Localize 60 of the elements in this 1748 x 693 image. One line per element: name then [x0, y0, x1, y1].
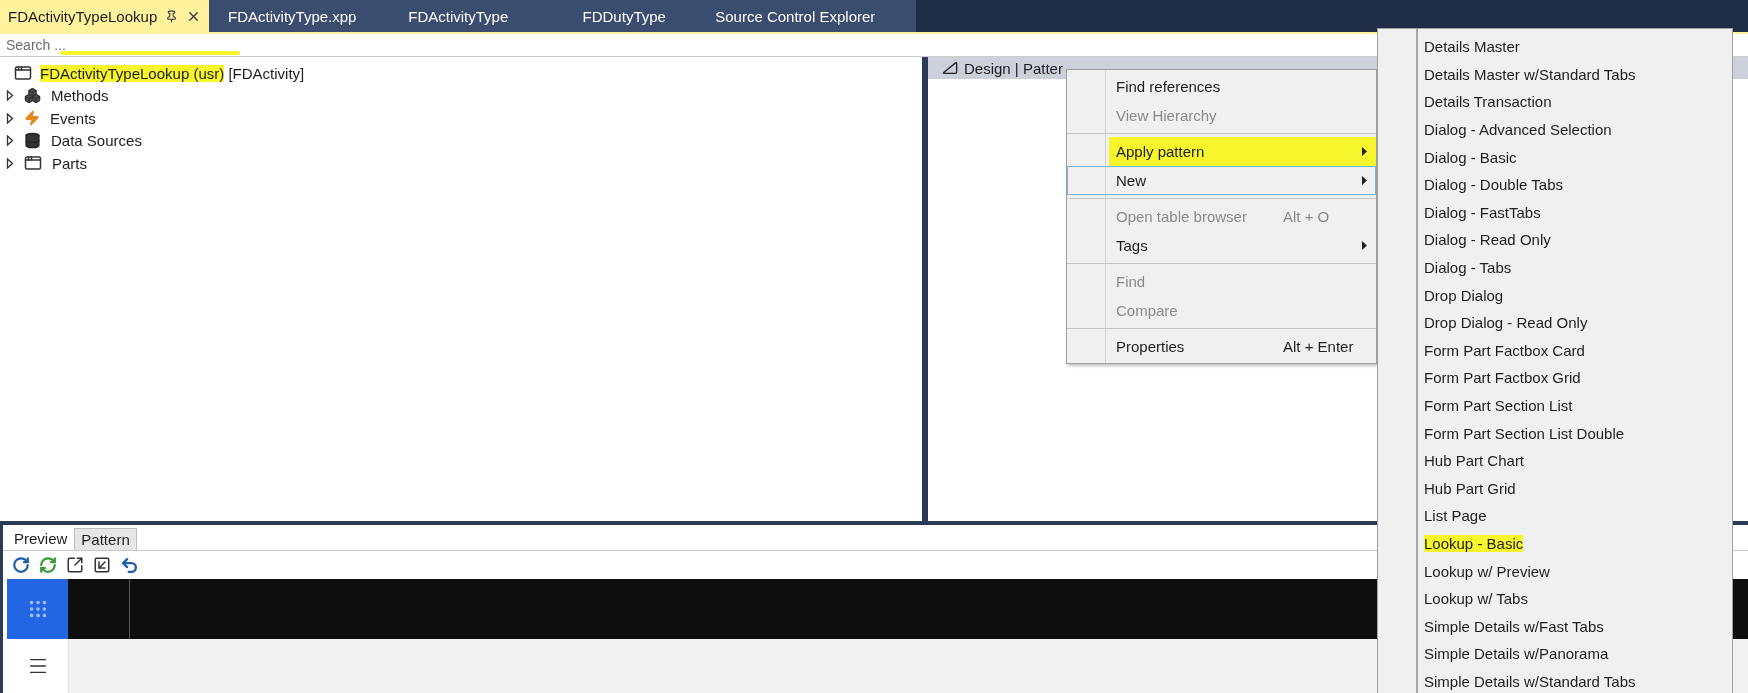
boxes-icon: [24, 87, 41, 105]
search-field[interactable]: Search ...: [6, 37, 406, 53]
tree-node-label[interactable]: Events: [50, 109, 96, 127]
context-menu-item[interactable]: New: [1067, 166, 1376, 195]
submenu-item[interactable]: Details Master: [1424, 38, 1520, 56]
submenu-item[interactable]: Form Part Factbox Grid: [1424, 369, 1581, 387]
context-menu-item[interactable]: Find references: [1067, 72, 1376, 101]
context-menu-item[interactable]: Tags: [1067, 231, 1376, 260]
submenu-item[interactable]: Dialog - FastTabs: [1424, 203, 1541, 221]
tree-root-suffix: [FDActivity]: [227, 64, 305, 82]
submenu-item[interactable]: List Page: [1424, 507, 1487, 525]
context-menu-item[interactable]: Apply pattern: [1109, 137, 1376, 166]
submenu-item[interactable]: Dialog - Tabs: [1424, 259, 1512, 277]
submenu-item[interactable]: Simple Details w/Fast Tabs: [1424, 617, 1604, 635]
submenu-item[interactable]: Simple Details w/Panorama: [1424, 645, 1609, 663]
design-header-label: Design | Patter: [964, 59, 1063, 77]
submenu-item[interactable]: Form Part Section List Double: [1424, 424, 1625, 442]
submenu-item[interactable]: Dialog - Double Tabs: [1424, 176, 1563, 194]
refresh-all-icon[interactable]: [39, 556, 57, 574]
collapsed-triangle-icon[interactable]: [6, 135, 14, 147]
submenu-item[interactable]: Lookup w/ Tabs: [1424, 590, 1528, 608]
document-tab[interactable]: FDActivityType: [375, 0, 542, 32]
submenu-item[interactable]: Drop Dialog: [1424, 286, 1504, 304]
lightning-icon: [24, 110, 40, 127]
pin-icon[interactable]: [165, 9, 179, 23]
ruler-triangle-icon: [942, 60, 958, 76]
collapsed-triangle-icon[interactable]: [6, 90, 14, 102]
tree-node-label[interactable]: Data Sources: [51, 132, 142, 150]
dock-in-icon[interactable]: [93, 556, 111, 574]
tree-node-label[interactable]: Methods: [51, 87, 109, 105]
refresh-icon[interactable]: [12, 556, 30, 574]
submenu-item[interactable]: Form Part Section List: [1424, 397, 1573, 414]
database-icon: [24, 132, 41, 150]
window-icon: [24, 154, 42, 173]
submenu-item[interactable]: Hub Part Chart: [1424, 452, 1525, 470]
submenu-item[interactable]: Details Transaction: [1424, 93, 1552, 111]
document-tab[interactable]: FDActivityType.xpp: [209, 0, 376, 32]
tree-node-label[interactable]: Parts: [52, 154, 87, 172]
submenu-item[interactable]: Dialog - Basic: [1424, 148, 1517, 166]
tree-root-label[interactable]: FDActivityTypeLookup (usr): [40, 64, 225, 82]
app-launcher-tile[interactable]: [7, 579, 68, 639]
submenu-item[interactable]: Form Part Factbox Card: [1424, 341, 1585, 359]
submenu-item[interactable]: Dialog - Read Only: [1424, 231, 1551, 249]
submenu-item[interactable]: Details Master w/Standard Tabs: [1424, 65, 1636, 83]
panel-tab[interactable]: Pattern: [74, 528, 137, 550]
collapsed-triangle-icon[interactable]: [6, 157, 14, 169]
context-menu-item[interactable]: Properties Alt + Enter: [1067, 332, 1376, 361]
document-tab[interactable]: FDDutyType: [541, 0, 708, 32]
collapsed-triangle-icon[interactable]: [6, 112, 14, 124]
undo-icon[interactable]: [120, 555, 139, 575]
submenu-item[interactable]: Lookup w/ Preview: [1424, 562, 1550, 580]
document-tab[interactable]: Source Control Explorer: [707, 0, 884, 32]
submenu-item[interactable]: Drop Dialog - Read Only: [1424, 314, 1588, 332]
document-tab[interactable]: FDActivityTypeLookup: [0, 0, 210, 32]
submenu-item[interactable]: Hub Part Grid: [1424, 479, 1516, 497]
pop-out-icon[interactable]: [66, 556, 84, 574]
window-icon: [14, 64, 32, 83]
submenu-item[interactable]: Lookup - Basic: [1424, 535, 1524, 552]
submenu-item[interactable]: Simple Details w/Standard Tabs: [1424, 672, 1636, 690]
submenu-item[interactable]: Dialog - Advanced Selection: [1424, 121, 1612, 139]
